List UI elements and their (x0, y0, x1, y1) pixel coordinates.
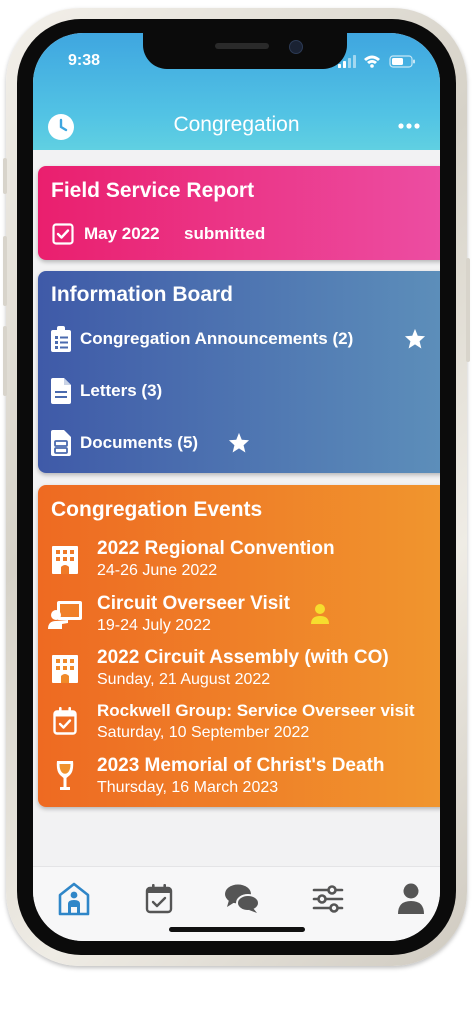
page-title: Congregation (173, 113, 300, 136)
information-board-card: Information Board Congregation Announcem… (38, 271, 440, 473)
info-item-label: Congregation Announcements (2) (80, 329, 354, 348)
document-icon (51, 378, 71, 404)
tab-profile[interactable] (393, 881, 429, 917)
event-title: 2023 Memorial of Christ's Death (97, 755, 385, 776)
wifi-icon (364, 55, 380, 68)
calendar-check-icon (53, 707, 77, 735)
building-icon (52, 546, 78, 574)
mute-switch (3, 158, 7, 194)
event-date: Saturday, 10 September 2022 (97, 724, 310, 741)
documents-icon (51, 430, 71, 456)
field-service-card[interactable]: Field Service Report May 2022 submitted (38, 166, 440, 260)
notch (143, 33, 347, 69)
clipboard-list-icon (51, 326, 71, 352)
information-board-title: Information Board (51, 283, 233, 306)
home-indicator[interactable] (169, 927, 305, 932)
volume-down-button (3, 326, 7, 396)
tab-settings[interactable] (310, 881, 346, 917)
bezel: 9:38 Congregation Field Service Report M… (17, 19, 456, 955)
volume-up-button (3, 236, 7, 306)
calendar-check-icon (145, 884, 173, 914)
user-icon (398, 883, 424, 914)
event-title: Circuit Overseer Visit (97, 593, 290, 614)
star-icon[interactable] (228, 432, 250, 453)
congregation-events-card: Congregation Events 2022 Regional Conven… (38, 485, 440, 807)
top-bar: 9:38 Congregation (33, 33, 440, 150)
event-title: 2022 Circuit Assembly (with CO) (97, 647, 389, 668)
chat-icon (225, 884, 260, 913)
event-title: Rockwell Group: Service Overseer visit (97, 701, 415, 720)
congregation-events-title: Congregation Events (51, 498, 263, 521)
checkbox-checked-icon (52, 223, 74, 245)
star-icon[interactable] (404, 328, 426, 349)
event-title: 2022 Regional Convention (97, 538, 335, 559)
sliders-icon (312, 885, 344, 913)
power-button (466, 258, 470, 362)
event-date: Sunday, 21 August 2022 (97, 671, 271, 688)
event-date: 19-24 July 2022 (97, 617, 211, 634)
report-status: submitted (184, 224, 266, 243)
tab-congregation[interactable] (56, 881, 92, 917)
building-icon (52, 655, 78, 683)
wine-glass-icon (56, 761, 74, 790)
info-item-label: Documents (5) (80, 433, 199, 452)
tab-calendar[interactable] (141, 881, 177, 917)
status-icons (338, 55, 415, 68)
phone-frame: 9:38 Congregation Field Service Report M… (3, 8, 470, 966)
event-date: 24-26 June 2022 (97, 562, 218, 579)
screen: 9:38 Congregation Field Service Report M… (33, 33, 440, 941)
report-month: May 2022 (84, 224, 160, 243)
info-item-label: Letters (3) (80, 381, 163, 400)
status-time: 9:38 (68, 52, 101, 69)
speaker (215, 43, 269, 49)
home-person-icon (58, 882, 90, 916)
person-icon (311, 604, 329, 624)
field-service-title: Field Service Report (51, 179, 255, 202)
tab-messages[interactable] (224, 881, 260, 917)
event-date: Thursday, 16 March 2023 (97, 779, 279, 796)
presenter-icon (48, 601, 82, 629)
more-icon[interactable] (398, 121, 420, 131)
battery-icon (389, 55, 415, 68)
front-camera (289, 40, 303, 54)
